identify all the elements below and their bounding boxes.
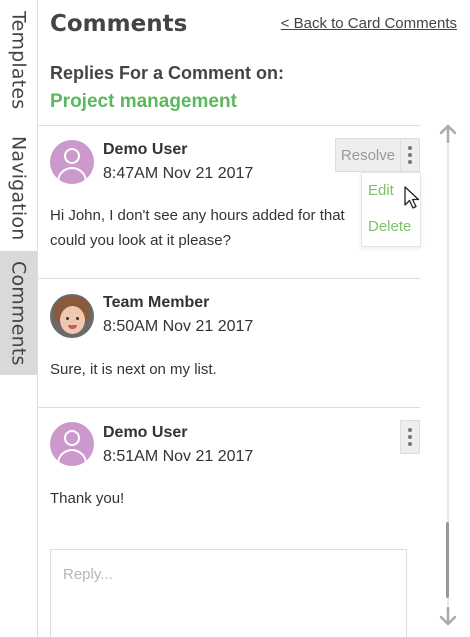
tab-navigation-label: Navigation: [7, 135, 30, 241]
comment-author: Team Member: [103, 294, 210, 311]
reply-input[interactable]: [50, 549, 407, 637]
comment-author: Demo User: [103, 424, 188, 441]
replies-heading: Replies For a Comment on:: [50, 63, 285, 83]
tab-templates-label: Templates: [7, 10, 30, 110]
back-to-card-comments-link[interactable]: < Back to Card Comments: [281, 15, 457, 32]
comment-timestamp: 8:50AM Nov 21 2017: [103, 318, 254, 335]
comment-menu-button[interactable]: [400, 420, 420, 454]
comment-text-line: Sure, it is next on my list.: [50, 361, 217, 378]
comment-timestamp: 8:47AM Nov 21 2017: [103, 165, 254, 182]
comment-item: Demo User 8:47AM Nov 21 2017 Hi John, I …: [38, 126, 421, 279]
scroll-down-arrow-icon[interactable]: [438, 606, 458, 626]
tab-navigation[interactable]: Navigation: [0, 132, 37, 244]
side-tab-rail: Templates Navigation Comments: [0, 0, 38, 637]
comment-text-line: could you look at it please?: [50, 232, 231, 249]
mouse-pointer-icon: [404, 186, 420, 209]
resolve-button[interactable]: Resolve: [335, 138, 401, 172]
comment-text-line: Hi John, I don't see any hours added for…: [50, 207, 345, 224]
tab-comments-label: Comments: [7, 260, 30, 366]
comment-item: Demo User 8:51AM Nov 21 2017 Thank you!: [38, 408, 420, 528]
comment-timestamp: 8:51AM Nov 21 2017: [103, 448, 254, 465]
tab-templates[interactable]: Templates: [0, 6, 37, 114]
more-vertical-icon: [408, 146, 412, 164]
tab-comments[interactable]: Comments: [0, 251, 37, 375]
more-vertical-icon: [408, 428, 412, 446]
user-avatar-icon: [50, 422, 94, 466]
comment-menu-button[interactable]: [400, 138, 420, 172]
page-title: Comments: [50, 11, 188, 37]
comments-scrollbar[interactable]: [438, 124, 458, 629]
user-avatar-icon: [50, 140, 94, 184]
menu-item-delete[interactable]: Delete: [368, 218, 411, 235]
comment-text-line: Thank you!: [50, 490, 125, 507]
card-name: Project management: [50, 91, 237, 112]
scrollbar-thumb[interactable]: [446, 522, 449, 598]
photo-avatar-icon: [50, 294, 94, 338]
comment-item: Team Member 8:50AM Nov 21 2017 Sure, it …: [38, 279, 420, 408]
comment-author: Demo User: [103, 141, 188, 158]
menu-item-edit[interactable]: Edit: [368, 182, 394, 199]
scroll-up-arrow-icon[interactable]: [438, 124, 458, 144]
